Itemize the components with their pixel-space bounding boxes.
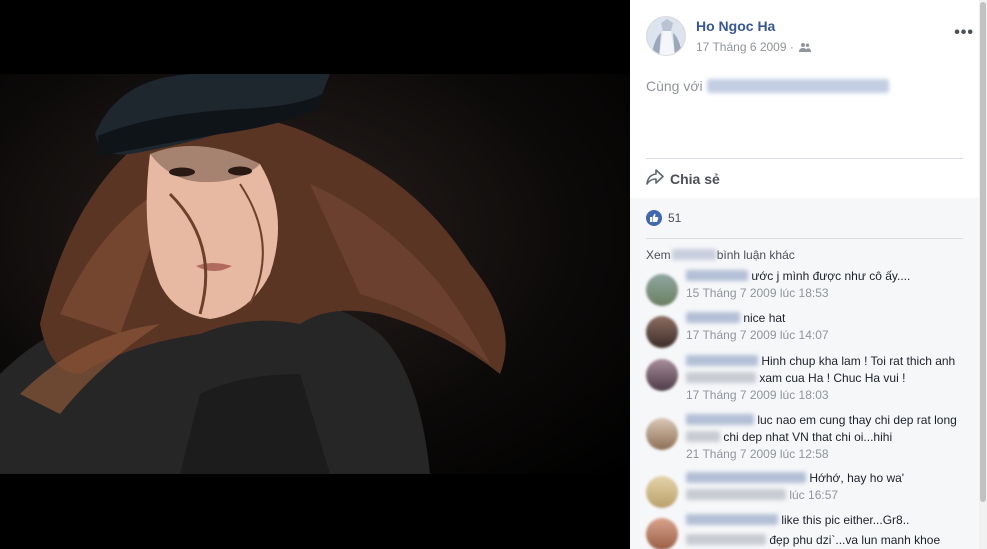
commenter-name-blurred[interactable] (686, 270, 748, 281)
share-icon (646, 168, 664, 190)
comment-text-blurred (686, 431, 720, 442)
comment-text: Hinh chup kha lam ! Toi rat thich anh (761, 354, 956, 368)
divider (646, 238, 963, 239)
like-thumb-icon (646, 210, 662, 226)
commenter-name-blurred[interactable] (686, 312, 740, 323)
commenter-name-blurred[interactable] (686, 514, 778, 525)
comment-time-suffix[interactable]: lúc 16:57 (789, 488, 838, 502)
more-options-button[interactable]: ••• (954, 24, 974, 42)
tagged-with-prefix: Cùng với (646, 78, 703, 94)
post-header: Ho Ngoc Ha 17 Tháng 6 2009 · ••• (646, 14, 974, 60)
commenter-avatar[interactable] (646, 274, 678, 306)
comment-time[interactable]: 17 Tháng 7 2009 lúc 18:03 (686, 387, 976, 404)
share-button[interactable]: Chia sẻ (646, 168, 720, 190)
scrollbar-thumb[interactable] (980, 2, 986, 502)
commenter-avatar[interactable] (646, 316, 678, 348)
post-photo[interactable] (0, 74, 630, 474)
panel-scrollbar[interactable] (979, 0, 987, 549)
commenter-name-blurred[interactable] (686, 414, 754, 425)
comment-time-blurred (686, 489, 786, 500)
comment-text: Hớhớ, hay ho wa' (809, 471, 905, 485)
commenter-avatar[interactable] (646, 476, 678, 508)
comment-text-blurred (686, 534, 766, 545)
comment-text-line2: xam cua Ha ! Chuc Ha vui ! (759, 371, 906, 385)
comment-time[interactable]: 21 Tháng 7 2009 lúc 12:58 (686, 446, 976, 463)
commenter-avatar[interactable] (646, 418, 678, 450)
post-date-link[interactable]: 17 Tháng 6 2009 · (696, 40, 797, 54)
comment-text: nice hat (743, 311, 786, 325)
author-avatar[interactable] (646, 16, 686, 56)
tagged-with-line: Cùng với (646, 78, 889, 94)
commenter-name-blurred[interactable] (686, 472, 806, 483)
share-label: Chia sẻ (670, 171, 720, 187)
commenter-name-blurred[interactable] (686, 355, 758, 366)
comment-text-line2: chi dep nhat VN that chi oi...hihi (723, 430, 893, 444)
view-more-suffix: bình luận khác (716, 248, 795, 262)
comments-area: 51 Xem bình luận khác ước j mình được như… (630, 198, 979, 549)
comment-text: luc nao em cung thay chi dep rat long (757, 413, 957, 427)
commenter-avatar[interactable] (646, 359, 678, 391)
like-count: 51 (668, 211, 682, 225)
photo-viewer (0, 0, 630, 549)
comment-text: ước j mình được như cô ấy.... (751, 269, 911, 283)
author-name-link[interactable]: Ho Ngoc Ha (696, 18, 775, 34)
view-more-comments-link[interactable]: Xem bình luận khác (646, 248, 795, 262)
post-meta: 17 Tháng 6 2009 · (696, 40, 812, 55)
comment-text: like this pic either...Gr8.. (781, 513, 910, 527)
comment-time[interactable]: 15 Tháng 7 2009 lúc 18:53 (686, 285, 976, 302)
view-more-prefix: Xem (646, 248, 671, 262)
comment-text-blurred (686, 372, 756, 383)
commenter-avatar[interactable] (646, 518, 678, 549)
divider (646, 158, 963, 159)
likes-summary[interactable]: 51 (646, 210, 681, 226)
post-side-panel: Ho Ngoc Ha 17 Tháng 6 2009 · ••• Cùng vớ… (630, 0, 987, 549)
comment-text-line2: đẹp phu dzi`...va lun manh khoe (769, 533, 941, 547)
comment-time[interactable]: 17 Tháng 7 2009 lúc 14:07 (686, 327, 976, 344)
people-icon[interactable] (799, 41, 812, 55)
blurred-count (671, 249, 716, 260)
tagged-names-blurred[interactable] (706, 79, 889, 93)
